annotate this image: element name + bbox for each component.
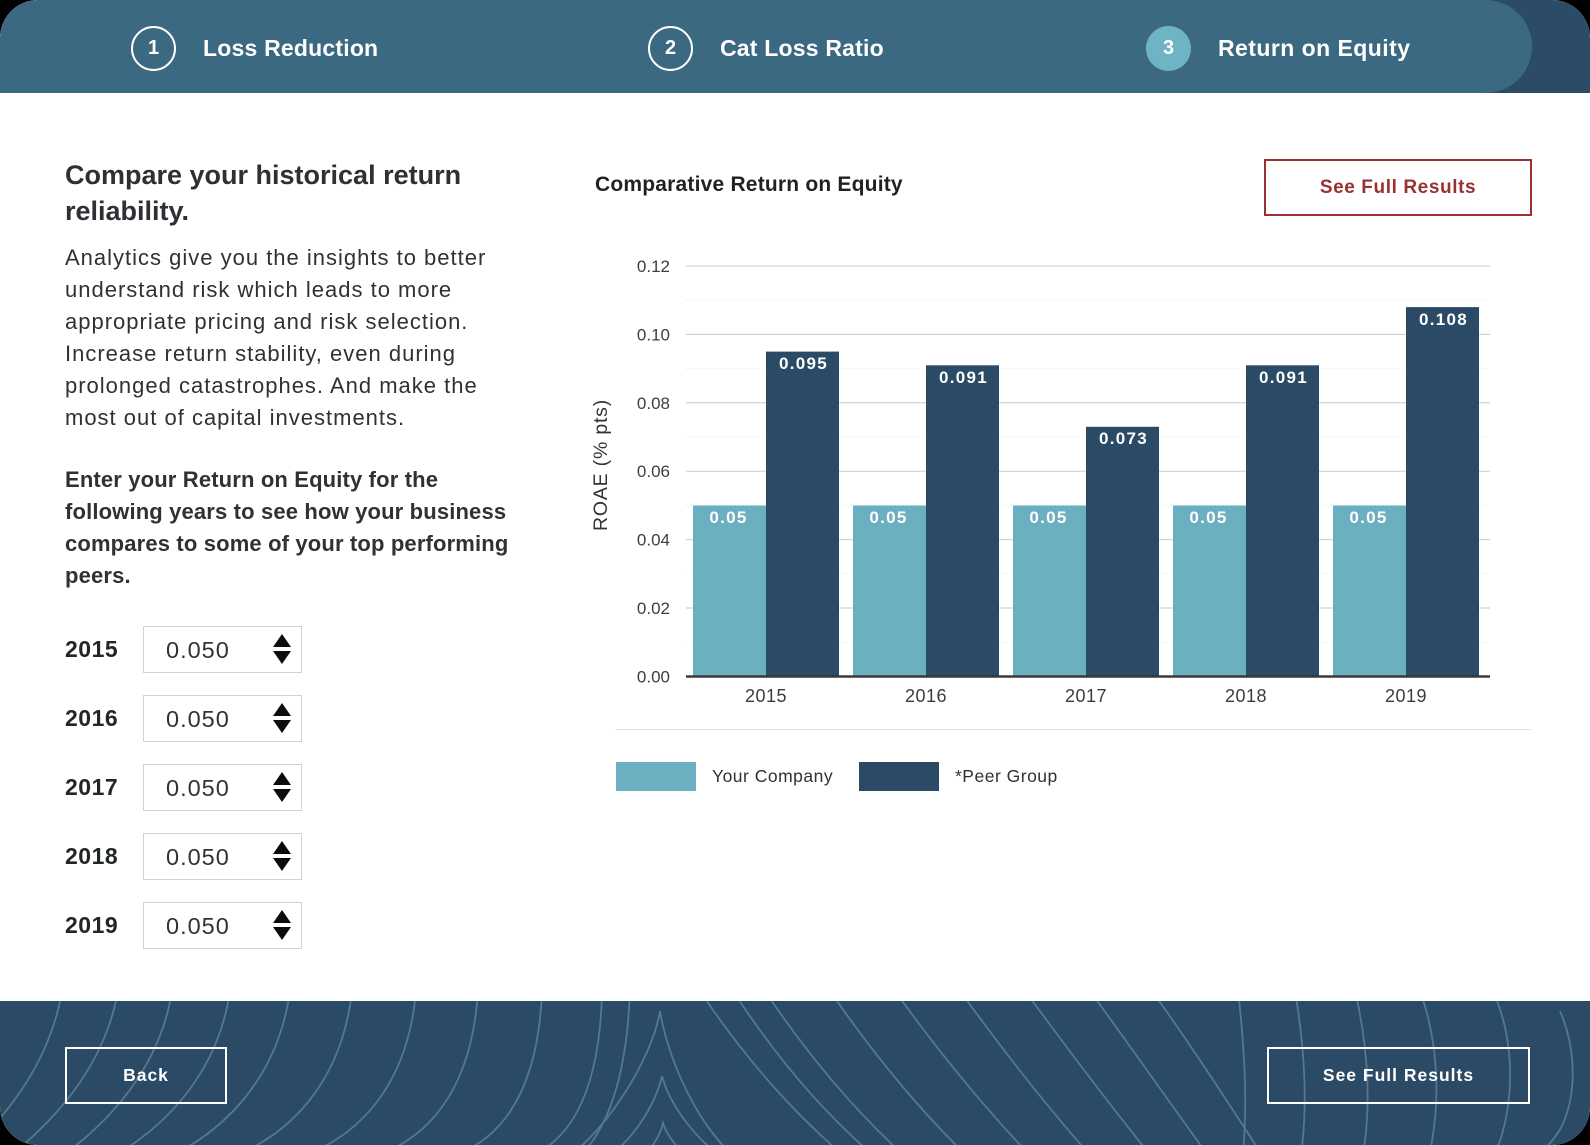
svg-text:0.02: 0.02 <box>637 599 670 618</box>
svg-text:2017: 2017 <box>1065 686 1107 706</box>
svg-text:0.05: 0.05 <box>869 508 907 527</box>
svg-text:2015: 2015 <box>745 686 787 706</box>
svg-text:0.00: 0.00 <box>637 668 670 687</box>
svg-text:0.108: 0.108 <box>1419 310 1468 329</box>
svg-text:0.04: 0.04 <box>637 531 670 550</box>
svg-text:2016: 2016 <box>905 686 947 706</box>
svg-text:2018: 2018 <box>1225 686 1267 706</box>
svg-text:0.091: 0.091 <box>1259 368 1308 387</box>
svg-text:0.091: 0.091 <box>939 368 988 387</box>
svg-text:ROAE (% pts): ROAE (% pts) <box>590 399 612 531</box>
svg-text:0.073: 0.073 <box>1099 429 1148 448</box>
svg-text:0.05: 0.05 <box>1029 508 1067 527</box>
svg-text:0.05: 0.05 <box>1189 508 1227 527</box>
svg-text:0.08: 0.08 <box>637 394 670 413</box>
svg-text:0.10: 0.10 <box>637 325 670 344</box>
svg-text:2019: 2019 <box>1385 686 1427 706</box>
svg-text:0.12: 0.12 <box>637 257 670 276</box>
svg-text:0.05: 0.05 <box>1349 508 1387 527</box>
svg-text:0.095: 0.095 <box>779 354 828 373</box>
svg-text:0.05: 0.05 <box>709 508 747 527</box>
svg-text:0.06: 0.06 <box>637 462 670 481</box>
